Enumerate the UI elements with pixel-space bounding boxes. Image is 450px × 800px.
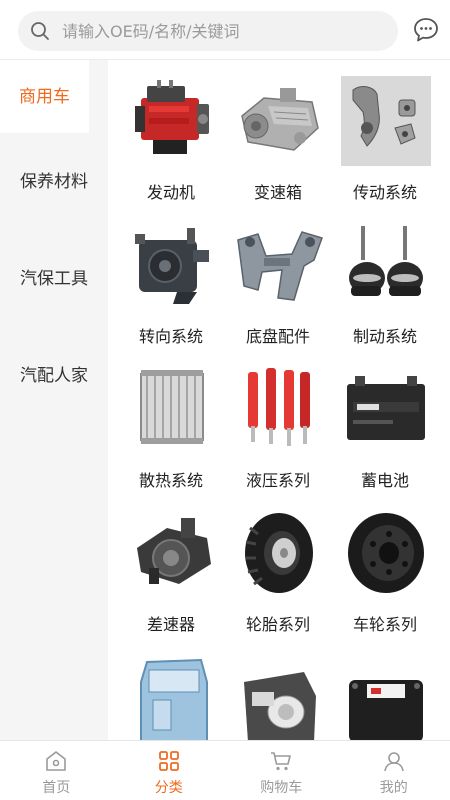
nav-home[interactable]: 首页 [0,741,113,800]
category-cooling-system[interactable]: 散热系统 [118,348,224,492]
category-label: 轮胎系列 [245,615,310,634]
chassis-bracket-icon [237,231,323,301]
category-headlamp[interactable] [225,636,331,740]
control-box-icon [349,680,423,740]
category-label: 制动系统 [352,327,417,346]
radiator-icon [140,370,204,444]
category-brake-system[interactable]: 制动系统 [332,204,438,348]
nav-cart[interactable]: 购物车 [225,741,338,800]
category-gearbox[interactable]: 变速箱 [225,60,331,204]
category-hydraulic-series[interactable]: 液压系列 [225,348,331,492]
category-differential[interactable]: 差速器 [118,492,224,636]
category-label: 散热系统 [138,471,203,490]
category-label: 传动系统 [352,183,417,202]
search-icon [31,22,49,40]
sidebar-item-label: 保养材料 [20,171,88,192]
profile-icon [383,752,404,772]
category-label: 转向系统 [138,327,203,346]
category-grid-icon [158,751,179,771]
sidebar-item-label: 商用车 [19,86,70,107]
home-icon [46,751,67,771]
category-label: 发动机 [146,183,195,202]
search-bar[interactable] [18,11,398,51]
category-tire-series[interactable]: 轮胎系列 [225,492,331,636]
sidebar-item-repair-tools[interactable]: 汽保工具 [0,230,108,327]
category-steering-system[interactable]: 转向系统 [118,204,224,348]
truck-cab-icon [140,658,208,740]
category-battery[interactable]: 蓄电池 [332,348,438,492]
category-label: 变速箱 [253,183,302,202]
tire-icon [245,513,313,593]
driveshaft-yoke-icon [341,76,431,166]
category-label: 底盘配件 [245,327,310,346]
nav-label: 分类 [154,780,183,796]
category-transmission-system[interactable]: 传动系统 [332,60,438,204]
nav-label: 购物车 [260,780,303,796]
brake-chamber-icon [349,226,423,296]
wheel-rim-icon [348,513,424,593]
gearbox-icon [241,88,319,151]
search-input[interactable] [62,21,362,41]
steering-gear-icon [135,228,209,304]
hydraulic-cylinder-icon [248,368,310,446]
sidebar-item-maintenance-materials[interactable]: 保养材料 [0,133,108,230]
category-chassis-parts[interactable]: 底盘配件 [225,204,331,348]
category-wheel-series[interactable]: 车轮系列 [332,492,438,636]
differential-icon [137,518,211,584]
sidebar-item-commercial-vehicle[interactable]: 商用车 [0,60,89,133]
nav-label: 首页 [42,780,71,796]
category-grid: 发动机 变速箱 传动系统 转向系统 底盘配件 制动系统 散热系统 液压系列 蓄电… [108,60,450,740]
category-cab[interactable] [118,636,224,740]
bottom-nav: 首页 分类 购物车 我的 [0,740,450,800]
category-label: 蓄电池 [360,471,409,490]
category-sidebar: 商用车 保养材料 汽保工具 汽配人家 [0,60,108,740]
sidebar-item-label: 汽保工具 [20,268,88,289]
category-engine[interactable]: 发动机 [118,60,224,204]
category-label: 液压系列 [245,471,310,490]
header [0,0,450,60]
nav-label: 我的 [379,780,408,796]
sidebar-item-parts-community[interactable]: 汽配人家 [0,327,108,424]
cart-icon [271,752,292,771]
message-icon[interactable] [413,17,439,43]
category-control-box[interactable] [332,636,438,740]
nav-category[interactable]: 分类 [113,741,226,800]
engine-icon [135,80,209,154]
nav-profile[interactable]: 我的 [338,741,450,800]
sidebar-item-label: 汽配人家 [20,365,88,386]
category-label: 差速器 [146,615,195,634]
headlamp-icon [244,672,316,740]
battery-icon [347,376,425,440]
category-label: 车轮系列 [352,615,417,634]
